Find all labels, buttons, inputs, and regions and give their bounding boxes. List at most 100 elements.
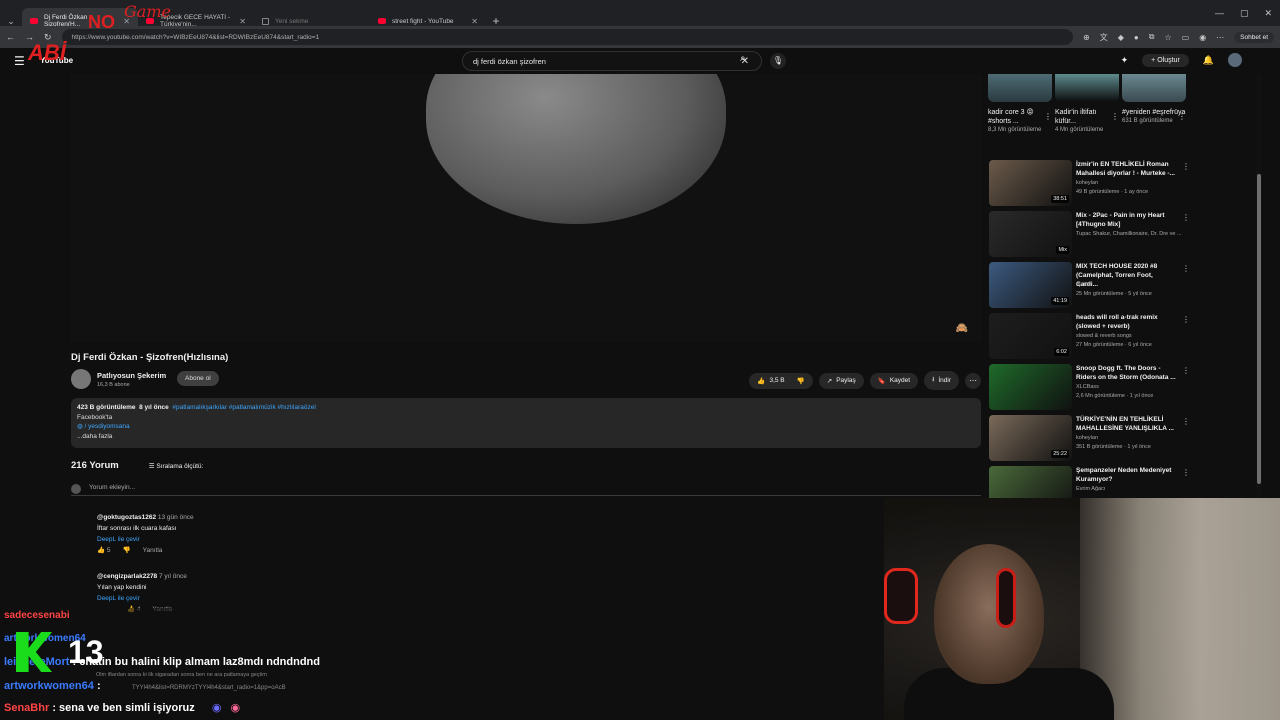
more-options-icon[interactable]: ⋮ xyxy=(1182,315,1190,324)
recommendation-title[interactable]: Mix - 2Pac - Pain in my Heart [4Thugno M… xyxy=(1076,211,1176,229)
more-options-icon[interactable]: ⋮ xyxy=(1178,112,1186,121)
recommendation-channel[interactable]: XLCBass xyxy=(1076,384,1186,390)
bell-icon[interactable]: 🔔 xyxy=(1203,55,1214,66)
scrollbar[interactable] xyxy=(1256,74,1262,498)
channel-avatar[interactable] xyxy=(71,369,91,389)
minimize-icon[interactable]: — xyxy=(1215,8,1224,19)
back-icon[interactable]: ← xyxy=(6,32,15,42)
video-thumbnail[interactable] xyxy=(989,364,1072,410)
k-letter-shape xyxy=(16,632,52,672)
cast-icon[interactable]: ✦ xyxy=(1121,55,1129,66)
menu-icon[interactable]: ⋯ xyxy=(1216,33,1224,42)
recommendation-title[interactable]: Snoop Dogg ft. The Doors - Riders on the… xyxy=(1076,364,1176,382)
short-item[interactable]: #yeniden #eşrefrüya 631 B görüntüleme xyxy=(1122,74,1186,126)
url-field[interactable]: https://www.youtube.com/watch?v=WIBzEeU8… xyxy=(61,29,1074,45)
thumbs-down-icon[interactable]: 👎 xyxy=(123,545,131,556)
download-button[interactable]: ⭳ İndir xyxy=(924,371,959,390)
more-options-icon[interactable]: ⋮ xyxy=(1182,468,1190,477)
star-icon[interactable]: ☆ xyxy=(1164,33,1171,42)
recommendation-channel[interactable]: djattlio xyxy=(1076,282,1186,288)
more-options-icon[interactable]: ⋮ xyxy=(1182,417,1190,426)
short-title: kadir core 3 😡 #shorts ... xyxy=(988,109,1034,125)
show-more[interactable]: ...daha fazla xyxy=(77,432,975,442)
translate-icon[interactable]: 文 xyxy=(1100,32,1108,43)
translate-link[interactable]: DeepL ile çevir xyxy=(97,534,194,545)
search-icon[interactable]: ⌕ xyxy=(740,53,746,64)
recommendation-title[interactable]: Şempanzeler Neden Medeniyet Kuramıyor? xyxy=(1076,466,1176,484)
chat-button[interactable]: Sohbet et xyxy=(1234,31,1274,43)
subscribe-button[interactable]: Abone ol xyxy=(177,371,219,386)
description-box[interactable]: 423 B görüntüleme 8 yıl önce #patlamalık… xyxy=(71,398,981,448)
recommendation-title[interactable]: TÜRKİYE'NİN EN TEHLİKELİ MAHALLESİNE YAN… xyxy=(1076,415,1176,433)
more-options-icon[interactable]: ⋯ xyxy=(965,372,981,389)
video-thumbnail[interactable]: 25:22 xyxy=(989,415,1072,461)
video-player[interactable]: 🙈 xyxy=(70,74,982,342)
recommendation-channel[interactable]: koheylan xyxy=(1076,435,1186,441)
recommendation-item[interactable]: 25:22 TÜRKİYE'NİN EN TEHLİKELİ MAHALLESİN… xyxy=(988,415,1190,463)
add-comment-field[interactable]: Yorum ekleyin... xyxy=(71,484,981,496)
recommendation-title[interactable]: heads will roll a-trak remix (slowed + r… xyxy=(1076,313,1176,331)
more-options-icon[interactable]: ⋮ xyxy=(1111,112,1119,121)
recommendation-channel[interactable]: Evrim Ağacı xyxy=(1076,486,1186,492)
reply-button[interactable]: Yanıtla xyxy=(143,545,163,556)
puzzle-icon[interactable]: ⧉ xyxy=(1149,32,1155,42)
channel-name[interactable]: Patlıyosun Şekerim xyxy=(97,371,166,380)
video-thumbnail[interactable]: Mix xyxy=(989,211,1072,257)
close-window-icon[interactable]: ✕ xyxy=(1264,8,1272,19)
comment-text: İftar sonrası ilk cuara kafası xyxy=(97,525,177,532)
video-overlay-icon: 🙈 xyxy=(955,323,968,334)
duration-badge: Mix xyxy=(1056,246,1069,254)
install-icon[interactable]: ⊕ xyxy=(1083,33,1090,42)
recommendation-channel[interactable]: Tupac Shakur, Chamillionaire, Dr. Dre ve… xyxy=(1076,231,1186,237)
profile-icon[interactable]: ◉ xyxy=(1199,33,1206,42)
description-link[interactable]: / yesdiyomsana xyxy=(84,423,129,430)
share-button[interactable]: ↗ Paylaş xyxy=(818,372,864,389)
video-thumbnail[interactable] xyxy=(989,466,1072,498)
recommendation-channel[interactable]: slowed & reverb songs xyxy=(1076,333,1186,339)
recommendation-item[interactable]: 41:19 MIX TECH HOUSE 2020 #8 (Camelphat, … xyxy=(988,262,1190,310)
recommendation-item[interactable]: Mix Mix - 2Pac - Pain in my Heart [4Thugn… xyxy=(988,211,1190,259)
recommendation-channel[interactable]: koheylan xyxy=(1076,180,1186,186)
video-thumbnail[interactable]: 38:51 xyxy=(989,160,1072,206)
recommendation-item[interactable]: Snoop Dogg ft. The Doors - Riders on the… xyxy=(988,364,1190,412)
video-thumbnail[interactable]: 41:19 xyxy=(989,262,1072,308)
more-options-icon[interactable]: ⋮ xyxy=(1044,112,1052,121)
extension-icon[interactable]: ● xyxy=(1134,33,1139,42)
maximize-icon[interactable]: ▢ xyxy=(1240,8,1249,19)
sort-label: Sıralama ölçütü: xyxy=(156,462,204,470)
faded-comment-text: Olm iftardan sonra ki ilk sigaradan sonr… xyxy=(96,672,267,678)
recommendation-item[interactable]: 38:51 İzmir'in EN TEHLİKELİ Roman Mahalle… xyxy=(988,160,1190,208)
more-options-icon[interactable]: ⋮ xyxy=(1182,264,1190,273)
thumbs-down-icon[interactable]: 👎 xyxy=(797,377,805,385)
search-input[interactable]: dj ferdi özkan şizofren ✕ xyxy=(462,51,762,71)
translate-link[interactable]: DeepL ile çevir xyxy=(97,593,187,604)
recommendation-item[interactable]: 6:02 heads will roll a-trak remix (slowed… xyxy=(988,313,1190,361)
sort-button[interactable]: ☰ Sıralama ölçütü: xyxy=(149,462,204,470)
split-icon[interactable]: ▭ xyxy=(1182,33,1190,42)
more-options-icon[interactable]: ⋮ xyxy=(1182,162,1190,171)
more-options-icon[interactable]: ⋮ xyxy=(1182,366,1190,375)
comment-user[interactable]: @cengizparlak2278 xyxy=(97,573,157,580)
close-icon[interactable]: ✕ xyxy=(239,17,246,26)
share-icon: ↗ xyxy=(826,377,833,385)
recommendation-item[interactable]: Şempanzeler Neden Medeniyet Kuramıyor? Ev… xyxy=(988,466,1190,498)
mic-icon[interactable]: 🎙 xyxy=(770,53,786,69)
short-title: Kadir'in iltifatı küfür... xyxy=(1055,109,1097,125)
scrollbar-thumb[interactable] xyxy=(1257,174,1261,484)
more-options-icon[interactable]: ⋮ xyxy=(1182,213,1190,222)
emote-icon: ◉ xyxy=(211,702,222,714)
thumbs-up-icon[interactable]: 👍 5 xyxy=(97,545,111,556)
comment-user[interactable]: @goktugoztas1262 xyxy=(97,514,156,521)
video-thumbnail[interactable]: 6:02 xyxy=(989,313,1072,359)
save-button[interactable]: 🔖 Kaydet xyxy=(869,372,919,389)
hashtags[interactable]: #patlamalıkşarkılar #patlamalımüzik #hız… xyxy=(172,404,315,411)
avatar[interactable] xyxy=(1228,53,1242,67)
recommendation-title[interactable]: İzmir'in EN TEHLİKELİ Roman Mahallesi di… xyxy=(1076,160,1176,178)
chat-message: artworkwomen64 : xyxy=(4,680,101,692)
short-item[interactable]: Kadir'in iltifatı küfür... 4 Mn görüntül… xyxy=(1055,74,1119,135)
close-icon[interactable]: ✕ xyxy=(471,17,478,26)
extension-icon[interactable]: ◆ xyxy=(1118,33,1124,42)
create-button[interactable]: + Oluştur xyxy=(1142,53,1189,67)
like-button[interactable]: 👍 3,5 B 👎 xyxy=(749,372,813,389)
short-item[interactable]: kadir core 3 😡 #shorts ... 8,3 Mn görünt… xyxy=(988,74,1052,135)
